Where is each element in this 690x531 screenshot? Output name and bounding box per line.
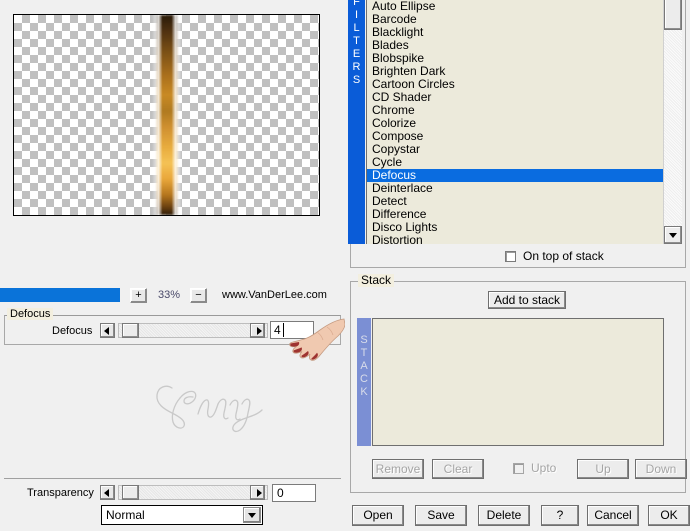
strip-letter: S xyxy=(360,334,368,346)
chevron-down-icon[interactable] xyxy=(243,507,261,523)
hand-cursor-icon xyxy=(289,318,345,361)
strip-letter: E xyxy=(352,48,361,60)
down-arrow-glyph xyxy=(248,513,256,518)
scroll-down-button[interactable] xyxy=(664,226,682,244)
defocus-increase-button[interactable] xyxy=(250,323,265,338)
preview-panel: + 33% − www.VanDerLee.com Defocus Defocu… xyxy=(0,0,345,531)
stack-sidebar-label: STACK xyxy=(357,318,371,446)
zoom-out-button[interactable]: − xyxy=(190,288,207,303)
add-to-stack-button[interactable]: Add to stack xyxy=(488,291,566,309)
stack-list[interactable] xyxy=(372,318,664,446)
zoom-control-row: + 33% − www.VanDerLee.com xyxy=(0,286,345,307)
strip-letter: S xyxy=(352,74,361,86)
help-button[interactable]: ? xyxy=(541,505,579,526)
zoom-in-button[interactable]: + xyxy=(130,288,147,303)
filters-panel: FILTERS AntiAliasAuto EllipseBarcodeBlac… xyxy=(345,0,690,531)
blend-mode-select[interactable]: Normal xyxy=(101,505,263,525)
blend-mode-value: Normal xyxy=(106,508,145,522)
strip-letter: T xyxy=(360,347,368,359)
section-divider xyxy=(4,478,341,479)
right-arrow-icon xyxy=(256,326,262,335)
defocus-group-label: Defocus xyxy=(7,308,54,320)
zoom-level-value: 33% xyxy=(157,289,181,301)
chevron-down-icon xyxy=(669,233,677,238)
filter-list-item[interactable]: Deinterlace xyxy=(367,182,663,195)
delete-button[interactable]: Delete xyxy=(478,505,530,526)
left-arrow-icon xyxy=(103,326,109,335)
zoom-bar-fill xyxy=(0,288,120,302)
clear-button[interactable]: Clear xyxy=(432,459,484,479)
left-arrow-icon xyxy=(103,488,109,497)
strip-letter: T xyxy=(353,35,360,47)
strip-letter: C xyxy=(360,373,368,385)
strip-letter: I xyxy=(354,9,359,21)
save-button[interactable]: Save xyxy=(415,505,467,526)
open-button[interactable]: Open xyxy=(352,505,404,526)
defocus-slider-track[interactable] xyxy=(118,323,268,338)
filter-list[interactable]: AntiAliasAuto EllipseBarcodeBlacklightBl… xyxy=(366,0,663,244)
filter-dialog: + 33% − www.VanDerLee.com Defocus Defocu… xyxy=(0,0,690,531)
dialog-button-bar: Open Save Delete ? Cancel OK xyxy=(345,499,690,531)
brand-website-label: www.VanDerLee.com xyxy=(222,289,327,301)
text-caret xyxy=(283,323,284,337)
move-down-button[interactable]: Down xyxy=(635,459,687,479)
defocus-slider-thumb[interactable] xyxy=(122,323,139,338)
upto-checkbox[interactable] xyxy=(513,463,524,474)
on-top-of-stack-label: On top of stack xyxy=(523,249,604,263)
filter-list-scrollbar[interactable] xyxy=(663,0,682,244)
move-up-button[interactable]: Up xyxy=(577,459,629,479)
transparency-decrease-button[interactable] xyxy=(100,485,115,500)
filter-list-item[interactable]: Distortion xyxy=(367,234,663,245)
filter-list-item[interactable]: Blacklight xyxy=(367,26,663,39)
transparency-value-input[interactable]: 0 xyxy=(272,484,316,502)
strip-letter: F xyxy=(353,0,360,8)
gradient-glow-overlay xyxy=(151,15,182,215)
remove-button[interactable]: Remove xyxy=(372,459,424,479)
image-preview[interactable] xyxy=(13,14,320,216)
filters-sidebar-label: FILTERS xyxy=(348,0,365,244)
stack-group-label: Stack xyxy=(358,274,395,287)
defocus-decrease-button[interactable] xyxy=(100,323,115,338)
strip-letter: K xyxy=(360,386,368,398)
transparency-slider-track[interactable] xyxy=(118,485,268,500)
transparency-increase-button[interactable] xyxy=(250,485,265,500)
strip-letter: R xyxy=(352,61,361,73)
right-arrow-icon xyxy=(256,488,262,497)
transparency-label: Transparency xyxy=(27,487,94,499)
defocus-slider-label: Defocus xyxy=(52,325,93,337)
transparency-slider-thumb[interactable] xyxy=(122,485,139,500)
upto-label: Upto xyxy=(531,461,557,475)
on-top-of-stack-checkbox[interactable] xyxy=(505,251,516,262)
cancel-button[interactable]: Cancel xyxy=(587,505,639,526)
ok-button[interactable]: OK xyxy=(648,505,690,526)
strip-letter: A xyxy=(360,360,368,372)
scrollbar-thumb[interactable] xyxy=(664,0,682,30)
filter-list-item[interactable]: Copystar xyxy=(367,143,663,156)
lenny-watermark xyxy=(156,385,263,433)
strip-letter: L xyxy=(353,22,360,34)
